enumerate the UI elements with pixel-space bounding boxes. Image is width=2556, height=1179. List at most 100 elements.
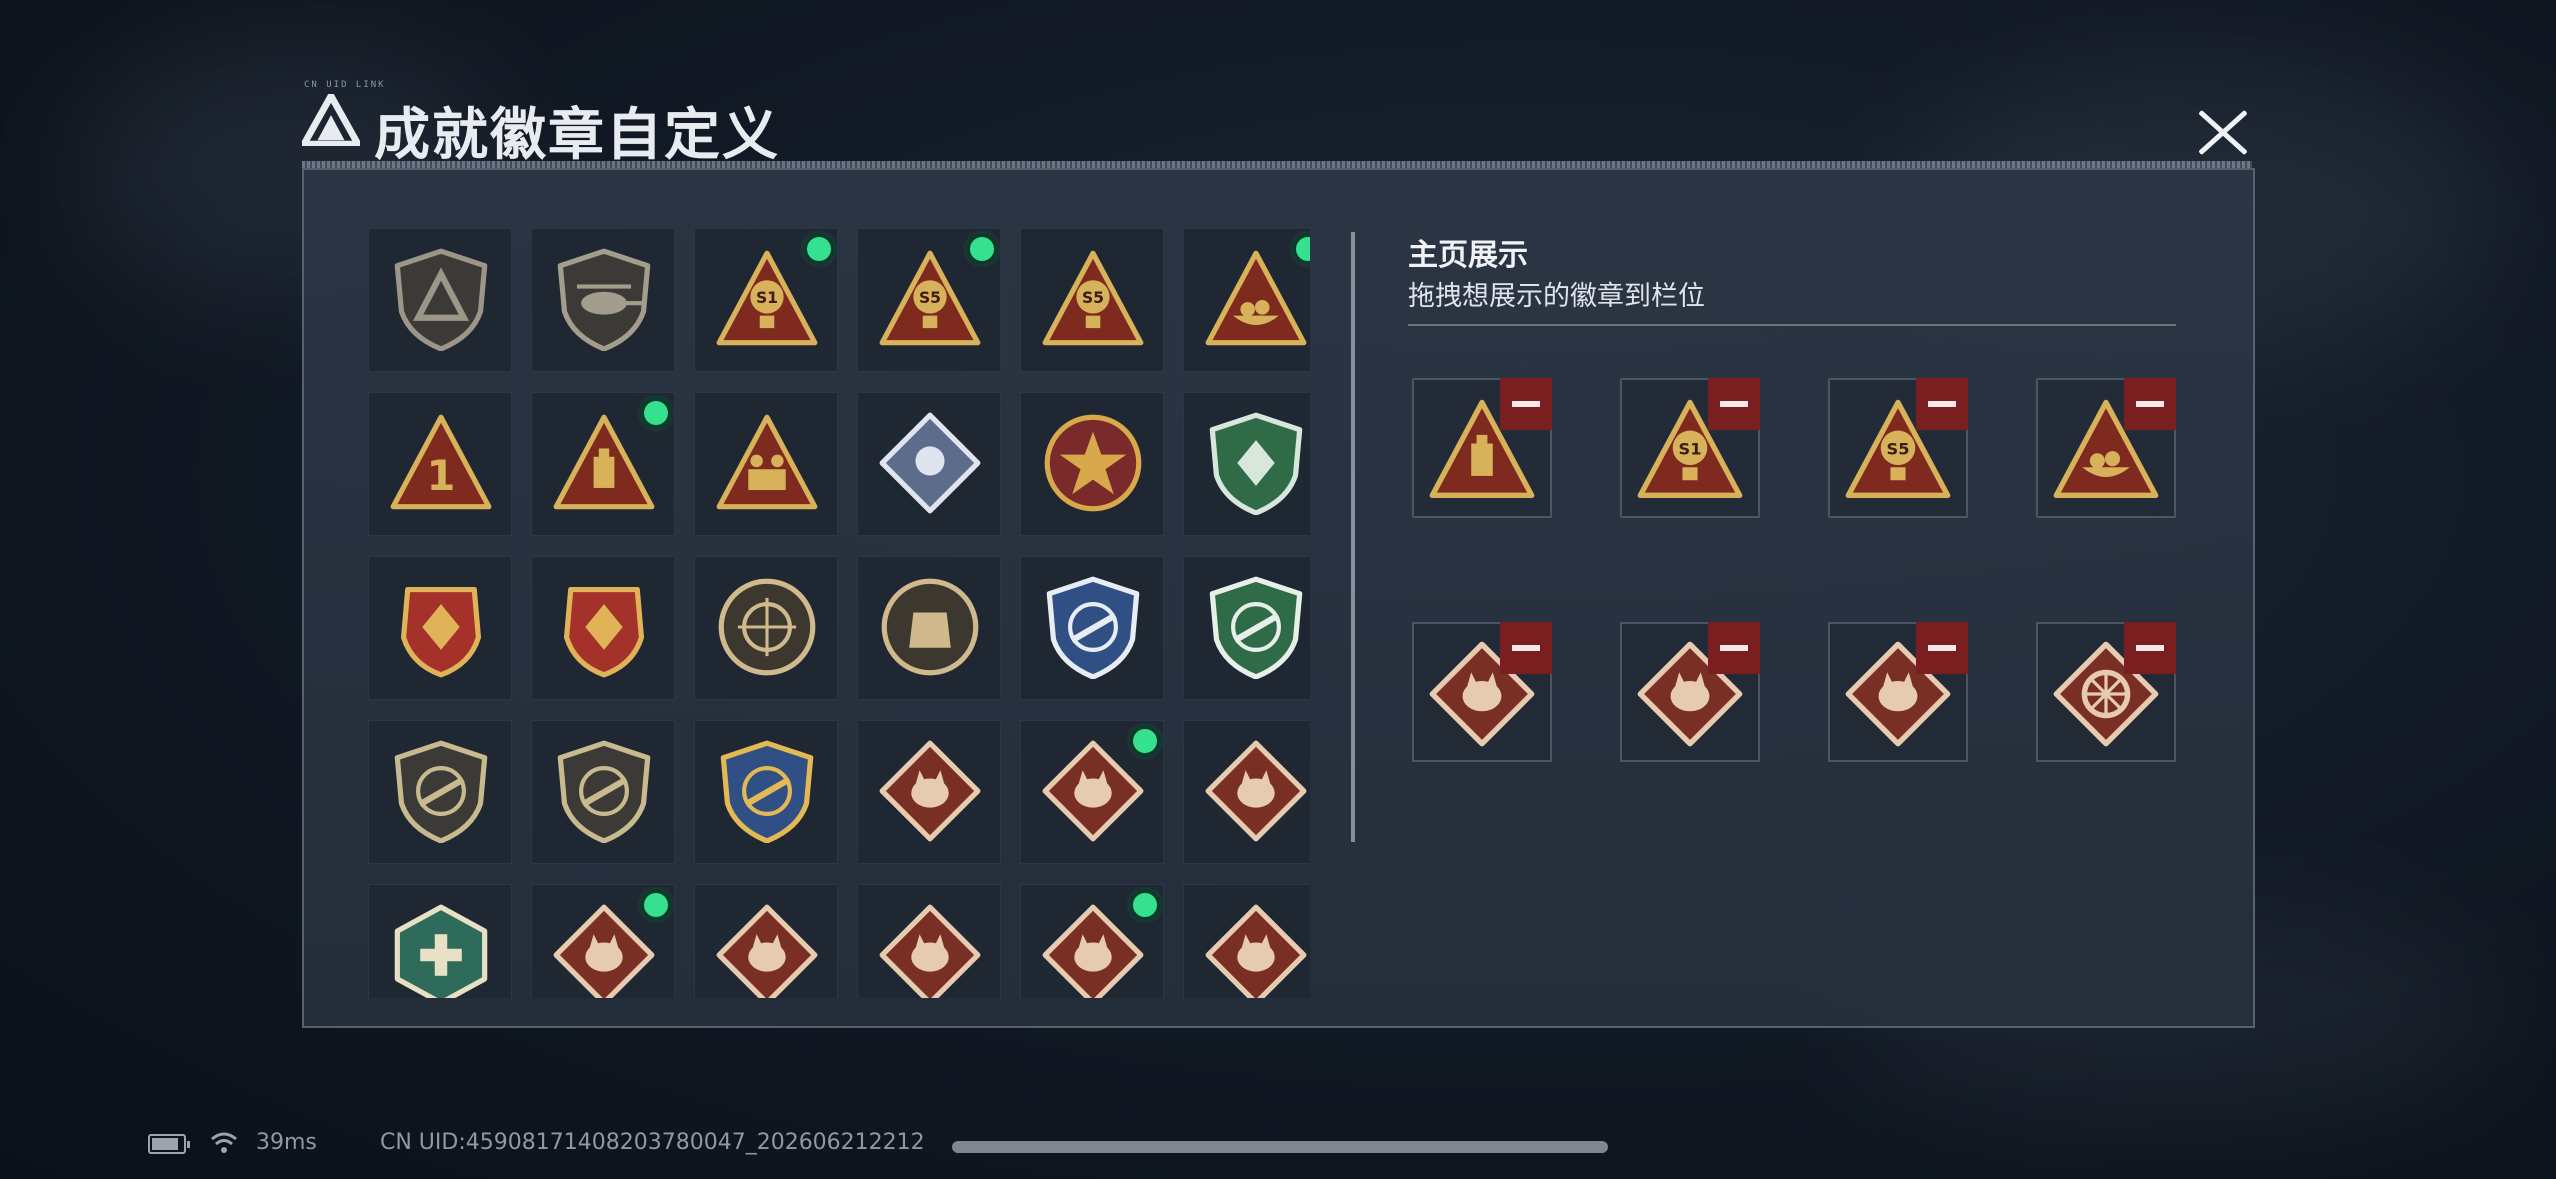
eggs-nest-triangle-icon [1205,250,1307,346]
showcase-hint: 拖拽想展示的徽章到栏位 [1408,281,1705,312]
badge-cell[interactable] [694,556,838,700]
runner-diamond-icon [1205,740,1307,842]
battery-icon [148,1134,190,1154]
showcase-slot[interactable] [1412,622,1552,762]
balloon-s1-triangle-icon: S1 [716,250,818,346]
svg-text:S1: S1 [756,289,778,307]
ping-value: 39ms [256,1130,317,1155]
showcase-slot[interactable]: S5 [1828,378,1968,518]
badge-cell[interactable] [1020,884,1164,998]
remove-badge-button[interactable] [1708,378,1760,430]
badge-inventory-grid: S1 S5 S5 1 [368,228,1310,998]
scrollbar-thumb[interactable] [1351,232,1355,842]
svg-text:S5: S5 [1887,439,1910,458]
player-uid: CN UID:4590817140820378004​7_20260621221… [380,1130,925,1155]
blue-gold-rifle-shield-icon [720,740,814,843]
medic-hexagon-icon [394,904,488,998]
badge-cell[interactable] [857,556,1001,700]
number-one-triangle-icon: 1 [390,414,492,510]
wifi-icon [211,1132,237,1153]
showcase-slot[interactable] [1620,622,1760,762]
badge-cell[interactable] [1020,720,1164,864]
badge-cell[interactable] [1183,556,1310,700]
runner-diamond-icon [879,904,981,998]
red-winged-crest-icon [400,586,482,678]
badge-cell[interactable] [694,720,838,864]
badge-cell[interactable] [694,392,838,536]
dialog-title: 成就徽章自定义 [374,103,780,168]
badge-cell[interactable] [857,884,1001,998]
dialog-title-bar: CN UID LINK 成就徽章自定义 [300,80,2250,168]
svg-text:S5: S5 [1082,289,1104,307]
title-divider [302,161,2252,168]
badge-cell[interactable] [857,720,1001,864]
armor-round-icon [881,578,979,676]
showcase-slot[interactable]: S1 [1620,378,1760,518]
badge-cell[interactable]: S1 [694,228,838,372]
delta-logo-icon [302,94,360,146]
remove-badge-button[interactable] [1708,622,1760,674]
badge-cell[interactable] [1183,720,1310,864]
equipped-indicator-dot [970,237,994,261]
badge-cell[interactable] [1020,392,1164,536]
badge-cell[interactable] [857,392,1001,536]
title-decoration-text: CN UID LINK [304,80,386,90]
badge-cell[interactable] [1020,556,1164,700]
badge-cell[interactable] [368,720,512,864]
showcase-slot[interactable] [2036,378,2176,518]
remove-badge-button[interactable] [1500,378,1552,430]
badge-cell[interactable] [531,720,675,864]
home-indicator[interactable] [952,1141,1608,1153]
wolf-diamond-icon [1042,740,1144,842]
dragon-diamond-icon [553,904,655,998]
badge-cell[interactable] [1183,392,1310,536]
svg-text:S5: S5 [919,289,941,307]
remove-badge-button[interactable] [1500,622,1552,674]
usb-drive-triangle-icon [553,414,655,510]
badge-customize-panel: S1 S5 S5 1 主页展示 拖拽想展示的徽章到栏位 S1 S5 [302,168,2255,1028]
remove-badge-button[interactable] [1916,622,1968,674]
showcase-divider [1408,324,2176,326]
sniper-shield-icon [557,740,651,843]
green-crest-shield-icon [1209,412,1303,515]
gunsight-man-round-icon [718,578,816,676]
remove-badge-button[interactable] [1916,378,1968,430]
sack-s5-triangle-icon: S5 [879,250,981,346]
badge-cell[interactable] [694,884,838,998]
badge-cell[interactable]: 1 [368,392,512,536]
triangle-emblem-shield-icon [394,248,488,351]
close-icon[interactable] [2186,98,2262,168]
badge-cell[interactable] [368,228,512,372]
cobra-diamond-icon [1205,904,1307,998]
equipped-indicator-dot [644,401,668,425]
green-rifle-shield-icon [1209,576,1303,679]
showcase-slot[interactable] [1828,622,1968,762]
remove-badge-button[interactable] [2124,622,2176,674]
equipped-indicator-dot [1133,729,1157,753]
badge-cell[interactable] [531,392,675,536]
showcase-heading: 主页展示 [1408,238,1528,273]
badge-cell[interactable] [368,884,512,998]
equipped-indicator-dot [807,237,831,261]
showcase-slot[interactable] [2036,622,2176,762]
badge-cell[interactable] [531,556,675,700]
remove-badge-button[interactable] [2124,378,2176,430]
helicopter-shield-icon [557,248,651,351]
badge-cell[interactable]: S5 [1020,228,1164,372]
badge-cell[interactable]: S5 [857,228,1001,372]
winged-s5-triangle-icon: S5 [1042,250,1144,346]
badge-cell[interactable] [531,228,675,372]
badge-cell[interactable] [368,556,512,700]
badge-cell[interactable] [1183,228,1310,372]
showcase-slot[interactable] [1412,378,1552,518]
badge-cell[interactable] [531,884,675,998]
equipped-indicator-dot [1133,893,1157,917]
red-gem-crest-icon [563,586,645,678]
wolf-diamond-icon [879,740,981,842]
badge-inventory-scroll[interactable]: S1 S5 S5 1 [368,228,1310,998]
rose-diamond-icon [879,412,981,514]
svg-text:S1: S1 [1679,439,1702,458]
rifle-shield-icon [394,740,488,843]
badge-cell[interactable] [1183,884,1310,998]
blue-rifle-shield-icon [1046,576,1140,679]
